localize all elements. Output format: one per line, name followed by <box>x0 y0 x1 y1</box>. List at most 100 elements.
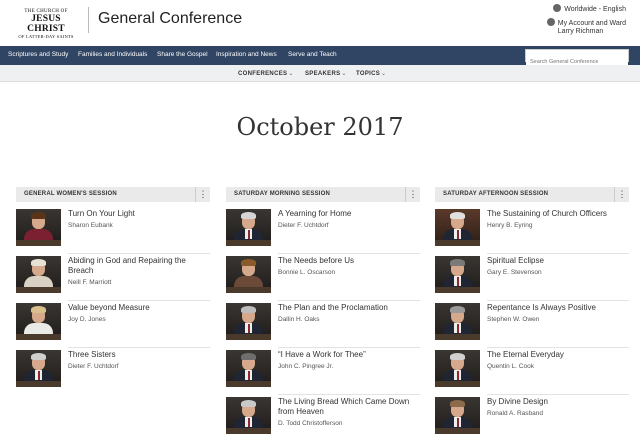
talk-speaker[interactable]: D. Todd Christofferson <box>278 420 342 427</box>
chevron-down-icon: ⌄ <box>341 71 347 77</box>
talk-speaker[interactable]: Gary E. Stevenson <box>487 269 542 276</box>
session-title[interactable]: GENERAL WOMEN'S SESSION <box>24 191 117 197</box>
speaker-thumbnail[interactable] <box>16 350 61 387</box>
talk-item[interactable]: The Eternal Everyday Quentin L. Cook <box>435 347 629 396</box>
talk-item[interactable]: The Living Bread Which Came Down from He… <box>226 394 420 436</box>
more-vertical-icon[interactable]: ⋮ <box>195 187 210 202</box>
nav-item-share-gospel[interactable]: Share the Gospel <box>157 51 208 58</box>
talk-speaker[interactable]: Henry B. Eyring <box>487 222 533 229</box>
talk-item[interactable]: Spiritual Eclipse Gary E. Stevenson <box>435 253 629 302</box>
subnav-topics[interactable]: TOPICS⌄ <box>356 70 386 77</box>
divider <box>487 300 629 301</box>
talk-item[interactable]: Repentance Is Always Positive Stephen W.… <box>435 300 629 349</box>
divider <box>68 300 210 301</box>
talk-item[interactable]: The Needs before Us Bonnie L. Oscarson <box>226 253 420 302</box>
divider <box>278 394 420 395</box>
talk-title[interactable]: The Needs before Us <box>278 256 420 266</box>
more-vertical-icon[interactable]: ⋮ <box>405 187 420 202</box>
site-header: THE CHURCH OF JESUS CHRIST OF LATTER-DAY… <box>0 0 640 44</box>
talk-title[interactable]: The Sustaining of Church Officers <box>487 209 629 219</box>
divider <box>487 253 629 254</box>
session-column-womens: GENERAL WOMEN'S SESSION ⋮ Turn On Your L… <box>16 187 210 387</box>
nav-item-serve[interactable]: Serve and Teach <box>288 51 337 58</box>
talk-title[interactable]: The Living Bread Which Came Down from He… <box>278 397 420 417</box>
chevron-down-icon: ⌄ <box>288 71 294 77</box>
speaker-thumbnail[interactable] <box>226 303 271 340</box>
sub-nav: CONFERENCES⌄ SPEAKERS⌄ TOPICS⌄ <box>0 65 640 82</box>
talk-item[interactable]: The Sustaining of Church Officers Henry … <box>435 209 629 255</box>
subnav-speakers[interactable]: SPEAKERS⌄ <box>305 70 347 77</box>
speaker-thumbnail[interactable] <box>16 209 61 246</box>
speaker-thumbnail[interactable] <box>435 256 480 293</box>
language-label: Worldwide - English <box>564 6 626 13</box>
session-title[interactable]: SATURDAY MORNING SESSION <box>234 191 330 197</box>
speaker-thumbnail[interactable] <box>16 256 61 293</box>
talk-title[interactable]: Turn On Your Light <box>68 209 210 219</box>
talk-item[interactable]: “I Have a Work for Thee” John C. Pingree… <box>226 347 420 396</box>
talk-speaker[interactable]: Ronald A. Rasband <box>487 410 543 417</box>
talk-item[interactable]: Value beyond Measure Joy D. Jones <box>16 300 210 349</box>
speaker-thumbnail[interactable] <box>435 303 480 340</box>
church-logo[interactable]: THE CHURCH OF JESUS CHRIST OF LATTER-DAY… <box>14 9 78 40</box>
speaker-thumbnail[interactable] <box>226 209 271 246</box>
talk-title[interactable]: Repentance Is Always Positive <box>487 303 629 313</box>
divider <box>278 253 420 254</box>
talk-speaker[interactable]: Dieter F. Uchtdorf <box>278 222 329 229</box>
talk-item[interactable]: Turn On Your Light Sharon Eubank <box>16 209 210 255</box>
talk-title[interactable]: A Yearning for Home <box>278 209 420 219</box>
session-header: GENERAL WOMEN'S SESSION ⋮ <box>16 187 210 202</box>
talk-speaker[interactable]: Sharon Eubank <box>68 222 113 229</box>
talk-title[interactable]: Abiding in God and Repairing the Breach <box>68 256 210 276</box>
divider <box>68 347 210 348</box>
talk-speaker[interactable]: Dieter F. Uchtdorf <box>68 363 119 370</box>
language-selector[interactable]: Worldwide - English <box>553 4 626 13</box>
speaker-thumbnail[interactable] <box>435 397 480 434</box>
divider <box>278 347 420 348</box>
talk-item[interactable]: A Yearning for Home Dieter F. Uchtdorf <box>226 209 420 255</box>
talk-speaker[interactable]: Bonnie L. Oscarson <box>278 269 335 276</box>
talk-item[interactable]: Three Sisters Dieter F. Uchtdorf <box>16 347 210 396</box>
divider <box>487 394 629 395</box>
talk-speaker[interactable]: Dallin H. Oaks <box>278 316 320 323</box>
account-label: My Account and Ward <box>557 20 626 27</box>
speaker-thumbnail[interactable] <box>226 256 271 293</box>
nav-item-families[interactable]: Families and Individuals <box>78 51 147 58</box>
session-column-saturday-afternoon: SATURDAY AFTERNOON SESSION ⋮ The Sustain… <box>435 187 629 434</box>
talk-speaker[interactable]: Stephen W. Owen <box>487 316 539 323</box>
talk-title[interactable]: Spiritual Eclipse <box>487 256 629 266</box>
talk-item[interactable]: The Plan and the Proclamation Dallin H. … <box>226 300 420 349</box>
talk-title[interactable]: Three Sisters <box>68 350 210 360</box>
page-title: October 2017 <box>236 113 404 141</box>
session-title[interactable]: SATURDAY AFTERNOON SESSION <box>443 191 548 197</box>
talk-item[interactable]: By Divine Design Ronald A. Rasband <box>435 394 629 436</box>
user-name: Larry Richman <box>557 28 604 35</box>
site-title[interactable]: General Conference <box>98 10 242 28</box>
talk-title[interactable]: Value beyond Measure <box>68 303 210 313</box>
speaker-thumbnail[interactable] <box>16 303 61 340</box>
talk-speaker[interactable]: Quentin L. Cook <box>487 363 534 370</box>
logo-divider <box>88 7 89 33</box>
logo-line-2: JESUS CHRIST <box>27 14 65 34</box>
talk-title[interactable]: By Divine Design <box>487 397 629 407</box>
talk-title[interactable]: The Eternal Everyday <box>487 350 629 360</box>
chevron-down-icon: ⌄ <box>381 71 387 77</box>
subnav-speakers-label: SPEAKERS <box>305 71 341 77</box>
account-menu[interactable]: My Account and Ward Larry Richman <box>546 18 626 35</box>
talk-speaker[interactable]: Joy D. Jones <box>68 316 106 323</box>
talk-speaker[interactable]: Neill F. Marriott <box>68 279 111 286</box>
subnav-conferences-label: CONFERENCES <box>238 71 288 77</box>
talk-title[interactable]: The Plan and the Proclamation <box>278 303 420 313</box>
speaker-thumbnail[interactable] <box>226 350 271 387</box>
speaker-thumbnail[interactable] <box>226 397 271 434</box>
session-header: SATURDAY MORNING SESSION ⋮ <box>226 187 420 202</box>
session-header: SATURDAY AFTERNOON SESSION ⋮ <box>435 187 629 202</box>
subnav-conferences[interactable]: CONFERENCES⌄ <box>238 70 294 77</box>
nav-item-inspiration[interactable]: Inspiration and News <box>216 51 277 58</box>
speaker-thumbnail[interactable] <box>435 209 480 246</box>
talk-title[interactable]: “I Have a Work for Thee” <box>278 350 420 360</box>
nav-item-scriptures[interactable]: Scriptures and Study <box>8 51 68 58</box>
talk-item[interactable]: Abiding in God and Repairing the Breach … <box>16 253 210 302</box>
talk-speaker[interactable]: John C. Pingree Jr. <box>278 363 333 370</box>
more-vertical-icon[interactable]: ⋮ <box>614 187 629 202</box>
speaker-thumbnail[interactable] <box>435 350 480 387</box>
